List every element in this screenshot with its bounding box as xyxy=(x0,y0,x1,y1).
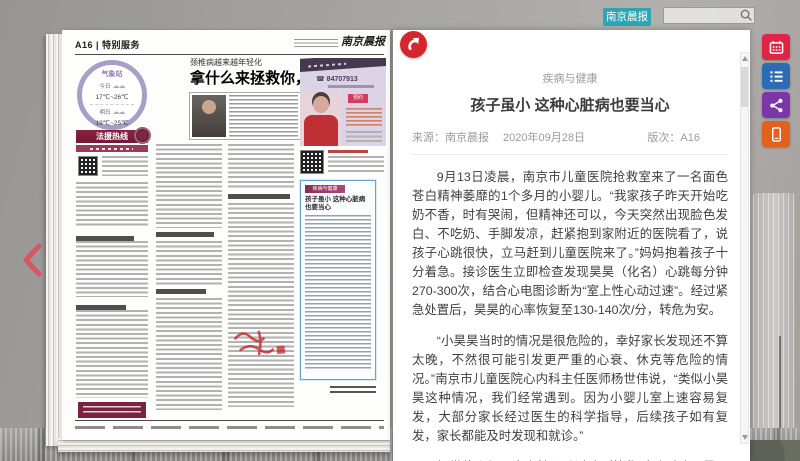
weather-temp: 17℃~26℃ xyxy=(95,94,129,101)
footer-contacts-placeholder xyxy=(75,426,384,429)
background-trees xyxy=(742,440,800,461)
scrollbar-thumb[interactable] xyxy=(741,67,748,107)
catalog-list-button[interactable] xyxy=(762,63,790,89)
article-reader-panel: 疾病与健康 孩子虽小 这种心脏病也要当心 来源：南京晨报 2020年09月28日 … xyxy=(393,30,750,461)
page-label: A16 | 特别服务 xyxy=(75,40,141,50)
law-hotline-subbar xyxy=(76,145,148,152)
text-lines-placeholder xyxy=(156,298,222,410)
page-stack-left-edge xyxy=(46,34,62,446)
background-tower-antenna xyxy=(779,336,781,440)
weather-day-label: 明日 xyxy=(99,110,111,116)
weather-day-label: 今日 xyxy=(99,84,111,90)
highlight-category-tag: 疾病与健康 xyxy=(305,185,345,193)
search-box[interactable] xyxy=(663,7,755,24)
side-toolbar xyxy=(762,34,790,147)
subhead-placeholder xyxy=(156,289,206,294)
highlight-title: 孩子虽小 这种心脏病也要当心 xyxy=(305,196,366,211)
masthead-dateline-placeholder xyxy=(294,39,338,47)
law-hotline-banner: 法援热线 xyxy=(76,127,151,144)
article-edition: 版次：A16 xyxy=(647,132,700,144)
text-lines-placeholder xyxy=(346,108,382,128)
calligraphy-stamp xyxy=(234,330,286,356)
cloud-icon: ☁☁ xyxy=(112,83,126,90)
list-icon xyxy=(769,70,783,82)
article-category: 疾病与健康 xyxy=(542,73,598,85)
share-icon xyxy=(769,98,782,112)
doctor-photo xyxy=(192,95,226,137)
weather-title: 气象站 xyxy=(101,71,123,78)
ad-phone-subline xyxy=(328,85,374,88)
qr-code xyxy=(300,150,324,174)
header-rule xyxy=(75,54,384,55)
text-lines-placeholder xyxy=(156,241,222,285)
article-content: 疾病与健康 孩子虽小 这种心脏病也要当心 来源：南京晨报 2020年09月28日 … xyxy=(412,70,728,461)
calendar-icon xyxy=(769,40,783,54)
search-input[interactable] xyxy=(664,10,739,21)
reader-scrollbar[interactable] xyxy=(740,52,749,444)
text-lines-placeholder xyxy=(346,131,382,143)
text-lines-placeholder xyxy=(156,144,222,228)
brand-button[interactable]: 南京晨报 xyxy=(603,8,651,26)
previous-page-arrow[interactable] xyxy=(20,242,44,278)
article-body: 9月13日凌晨，南京市儿童医院抢救室来了一名面色苍白精神萎靡的1个多月的小婴儿。… xyxy=(412,168,728,461)
left-column-footer-box xyxy=(78,402,146,418)
back-button[interactable] xyxy=(400,31,427,58)
text-lines-placeholder xyxy=(229,95,298,137)
article-column xyxy=(228,144,294,407)
article-paragraph: 9月13日凌晨，南京市儿童医院抢救室来了一名面色苍白精神萎靡的1个多月的小婴儿。… xyxy=(412,170,728,317)
weather-temp: 19℃~25℃ xyxy=(95,120,129,127)
share-button[interactable] xyxy=(762,92,790,118)
text-lines-placeholder xyxy=(228,203,294,407)
cloud-icon: ☁☁ xyxy=(112,109,126,116)
text-lines-placeholder xyxy=(305,215,371,371)
subhead-placeholder xyxy=(228,194,290,199)
article-paragraph: “小昊昊当时的情况是很危险的，幸好家长发现还不算太晚，不然很可能引发更严重的心衰… xyxy=(412,334,728,443)
article-column xyxy=(156,144,222,410)
newspaper-logo: 南京晨报 xyxy=(341,36,385,48)
lead-article-box xyxy=(189,92,301,140)
text-lines-placeholder xyxy=(76,241,148,297)
author-credit-placeholder xyxy=(330,386,376,395)
back-arrow-icon xyxy=(408,37,420,51)
weather-widget: 气象站 今日 ☁☁ 17℃~26℃ 明日 ☁☁ 19℃~25℃ xyxy=(77,60,147,130)
newspaper-page: A16 | 特别服务 南京晨报 气象站 今日 ☁☁ 17℃~26℃ 明日 ☁☁ … xyxy=(62,30,390,440)
calendar-button[interactable] xyxy=(762,34,790,60)
footer-rule xyxy=(75,420,384,421)
article-title: 孩子虽小 这种心脏病也要当心 xyxy=(470,97,670,114)
phone-icon xyxy=(771,126,781,142)
mobile-button[interactable] xyxy=(762,121,790,147)
text-lines-placeholder xyxy=(328,156,384,174)
background-tower xyxy=(753,193,795,440)
qr-code xyxy=(78,156,98,176)
text-lines-placeholder xyxy=(76,182,148,228)
sidebar-ad: ☎ 84707913 预约 xyxy=(300,58,386,146)
weather-divider xyxy=(90,104,134,105)
text-lines-placeholder xyxy=(228,144,294,190)
page-stack-bottom-edge xyxy=(58,438,390,452)
ad-person-photo xyxy=(300,92,342,146)
text-line-placeholder xyxy=(328,150,368,153)
highlighted-article-box[interactable]: 疾病与健康 孩子虽小 这种心脏病也要当心 xyxy=(300,180,376,380)
ad-tag: 预约 xyxy=(348,94,368,103)
search-icon[interactable] xyxy=(739,8,754,23)
subhead-placeholder xyxy=(156,232,214,237)
text-lines-placeholder xyxy=(76,310,148,398)
app-background: 南京晨报 A16 | 特别服务 南京晨报 气象站 今日 ☁☁ 17℃~26℃ 明… xyxy=(0,0,800,461)
scrollbar-up-arrow[interactable] xyxy=(742,56,748,61)
scrollbar-down-arrow[interactable] xyxy=(742,435,748,440)
text-lines-placeholder xyxy=(102,156,148,176)
article-meta: 来源：南京晨报 2020年09月28日 版次：A16 xyxy=(412,129,728,155)
ad-phone-number: ☎ 84707913 xyxy=(316,76,358,83)
ad-ribbon xyxy=(300,58,386,73)
article-source: 来源：南京晨报 2020年09月28日 xyxy=(412,132,585,144)
